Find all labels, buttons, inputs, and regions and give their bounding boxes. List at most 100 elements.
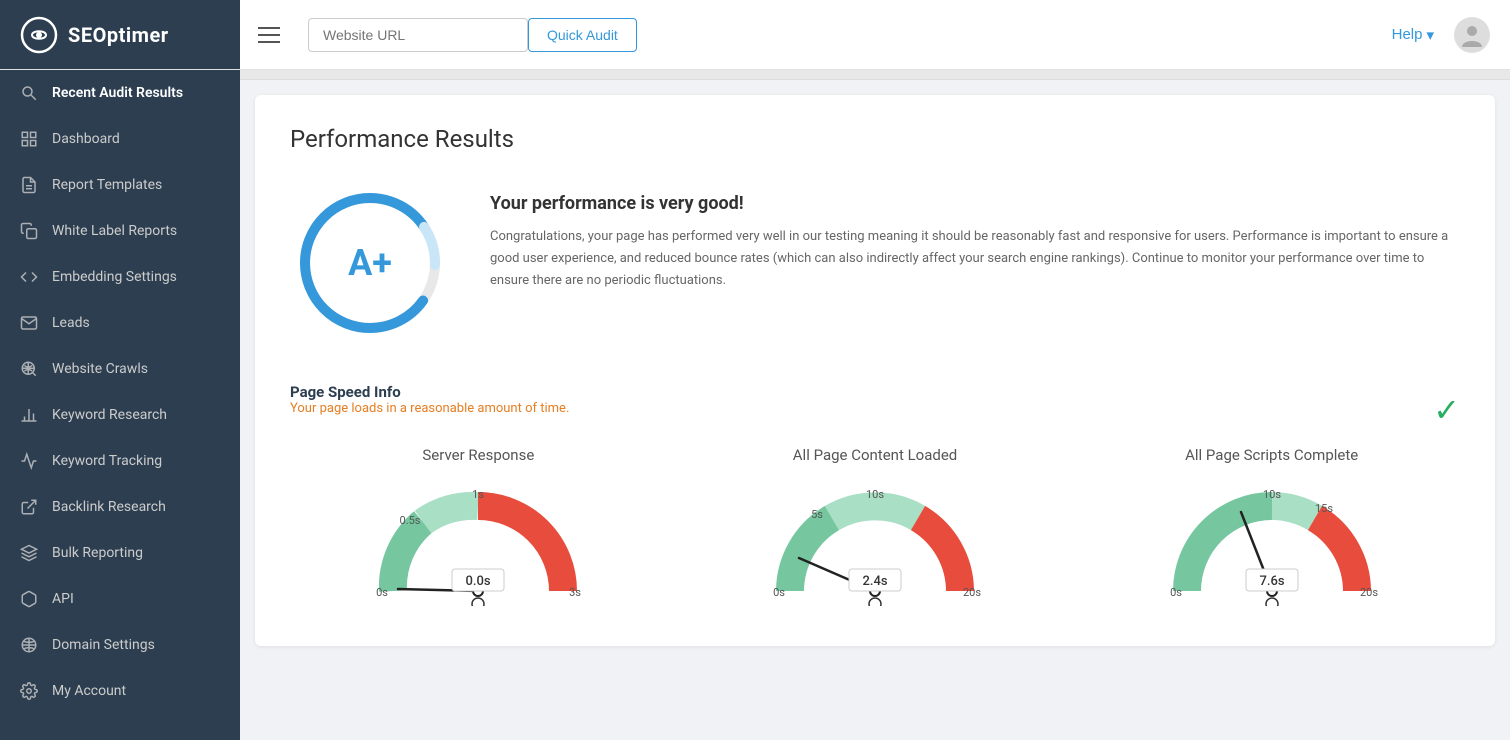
speed-title: Page Speed Info: [290, 383, 569, 401]
sidebar-label-dashboard: Dashboard: [52, 131, 120, 147]
help-chevron-icon: ▾: [1426, 26, 1434, 44]
sidebar-label-embedding: Embedding Settings: [52, 269, 177, 285]
sidebar-label-report-templates: Report Templates: [52, 177, 162, 193]
layers-icon: [20, 544, 38, 562]
globe-icon: [20, 636, 38, 654]
speed-section: Page Speed Info Your page loads in a rea…: [290, 383, 1460, 616]
avatar[interactable]: [1454, 17, 1490, 53]
svg-text:2.4s: 2.4s: [862, 574, 887, 589]
sidebar-label-leads: Leads: [52, 315, 90, 331]
hamburger-line-2: [258, 34, 280, 36]
hamburger-button[interactable]: [250, 14, 288, 56]
gauge-server-response-label: Server Response: [422, 446, 534, 464]
logo-area: SEOptimer: [0, 0, 240, 69]
sidebar-label-domain-settings: Domain Settings: [52, 637, 155, 653]
sidebar-label-my-account: My Account: [52, 683, 126, 699]
gauge-page-scripts-svg: 0s 10s 15s 20s: [1162, 476, 1382, 606]
logo-text: SEOptimer: [68, 23, 169, 47]
grid-icon: [20, 130, 38, 148]
bar-chart-icon: [20, 406, 38, 424]
globe-search-icon: [20, 360, 38, 378]
gauge-server-response-svg: 0s 0.5s 1s 3s: [368, 476, 588, 606]
performance-title: Performance Results: [290, 125, 1460, 153]
main-layout: Recent Audit Results Dashboard Report Te…: [0, 70, 1510, 740]
svg-text:0.0s: 0.0s: [466, 574, 491, 589]
sidebar-item-backlink-research[interactable]: Backlink Research: [0, 484, 240, 530]
gear-icon: [20, 682, 38, 700]
sidebar: Recent Audit Results Dashboard Report Te…: [0, 70, 240, 740]
hamburger-line-3: [258, 41, 280, 43]
grade-label: A+: [348, 242, 392, 284]
performance-card: Performance Results A+ Your performanc: [255, 95, 1495, 646]
svg-text:20s: 20s: [1360, 586, 1378, 599]
svg-text:10s: 10s: [1263, 488, 1281, 501]
performance-description: Congratulations, your page has performed…: [490, 226, 1460, 292]
file-edit-icon: [20, 176, 38, 194]
grade-circle-wrap: A+: [290, 183, 450, 343]
gauge-page-scripts: All Page Scripts Complete 0s: [1083, 446, 1460, 616]
help-label: Help: [1392, 26, 1423, 43]
svg-text:7.6s: 7.6s: [1259, 574, 1284, 589]
sidebar-item-leads[interactable]: Leads: [0, 300, 240, 346]
sidebar-item-keyword-tracking[interactable]: Keyword Tracking: [0, 438, 240, 484]
sidebar-label-bulk-reporting: Bulk Reporting: [52, 545, 143, 561]
speed-checkmark-icon: ✓: [1433, 391, 1460, 429]
sidebar-item-my-account[interactable]: My Account: [0, 668, 240, 714]
user-avatar-icon: [1458, 21, 1486, 49]
app-header: SEOptimer Quick Audit Help ▾: [0, 0, 1510, 70]
content-top-bar: [240, 70, 1510, 80]
sidebar-item-dashboard[interactable]: Dashboard: [0, 116, 240, 162]
sidebar-item-report-templates[interactable]: Report Templates: [0, 162, 240, 208]
speed-header: Page Speed Info Your page loads in a rea…: [290, 383, 1460, 436]
gauge-server-response-svg-wrap: 0s 0.5s 1s 3s: [368, 476, 588, 616]
sidebar-item-recent-audit[interactable]: Recent Audit Results: [0, 70, 240, 116]
gauge-page-content: All Page Content Loaded 0s: [687, 446, 1064, 616]
hamburger-line-1: [258, 27, 280, 29]
sidebar-label-recent-audit: Recent Audit Results: [52, 85, 183, 101]
api-icon: [20, 590, 38, 608]
svg-text:0.5s: 0.5s: [400, 514, 421, 527]
svg-text:0s: 0s: [1170, 586, 1182, 599]
quick-audit-button[interactable]: Quick Audit: [528, 18, 637, 52]
gauge-page-content-svg-wrap: 0s 5s 10s 20s: [765, 476, 985, 616]
svg-text:10s: 10s: [866, 488, 884, 501]
gauge-server-response: Server Response: [290, 446, 667, 616]
sidebar-item-keyword-research[interactable]: Keyword Research: [0, 392, 240, 438]
sidebar-item-api[interactable]: API: [0, 576, 240, 622]
performance-text-column: Your performance is very good! Congratul…: [490, 183, 1460, 292]
performance-headline: Your performance is very good!: [490, 193, 1460, 214]
svg-text:20s: 20s: [963, 586, 981, 599]
content-area: Performance Results A+ Your performanc: [240, 70, 1510, 740]
sidebar-item-white-label[interactable]: White Label Reports: [0, 208, 240, 254]
sidebar-label-keyword-tracking: Keyword Tracking: [52, 453, 162, 469]
grade-row: A+ Your performance is very good! Congra…: [290, 183, 1460, 343]
gauge-page-scripts-svg-wrap: 0s 10s 15s 20s: [1162, 476, 1382, 616]
sidebar-label-backlink-research: Backlink Research: [52, 499, 166, 515]
svg-text:1s: 1s: [472, 488, 484, 501]
gauge-page-content-svg: 0s 5s 10s 20s: [765, 476, 985, 606]
sidebar-label-website-crawls: Website Crawls: [52, 361, 148, 377]
url-input[interactable]: [308, 18, 528, 52]
search-icon: [20, 84, 38, 102]
speed-subtitle: Your page loads in a reasonable amount o…: [290, 401, 569, 416]
backlink-icon: [20, 498, 38, 516]
sidebar-item-bulk-reporting[interactable]: Bulk Reporting: [0, 530, 240, 576]
gauge-page-scripts-label: All Page Scripts Complete: [1185, 446, 1358, 464]
svg-text:5s: 5s: [811, 508, 823, 521]
mail-icon: [20, 314, 38, 332]
seoptimer-logo-icon: [20, 16, 58, 54]
svg-text:0s: 0s: [773, 586, 785, 599]
sidebar-item-domain-settings[interactable]: Domain Settings: [0, 622, 240, 668]
help-button[interactable]: Help ▾: [1392, 26, 1434, 44]
gauge-page-content-label: All Page Content Loaded: [793, 446, 957, 464]
sidebar-item-embedding[interactable]: Embedding Settings: [0, 254, 240, 300]
tracking-icon: [20, 452, 38, 470]
gauges-row: Server Response: [290, 446, 1460, 616]
copy-icon: [20, 222, 38, 240]
svg-text:0s: 0s: [376, 586, 388, 599]
svg-text:15s: 15s: [1315, 502, 1333, 515]
sidebar-label-api: API: [52, 591, 74, 607]
speed-header-left: Page Speed Info Your page loads in a rea…: [290, 383, 569, 436]
embed-icon: [20, 268, 38, 286]
sidebar-item-website-crawls[interactable]: Website Crawls: [0, 346, 240, 392]
